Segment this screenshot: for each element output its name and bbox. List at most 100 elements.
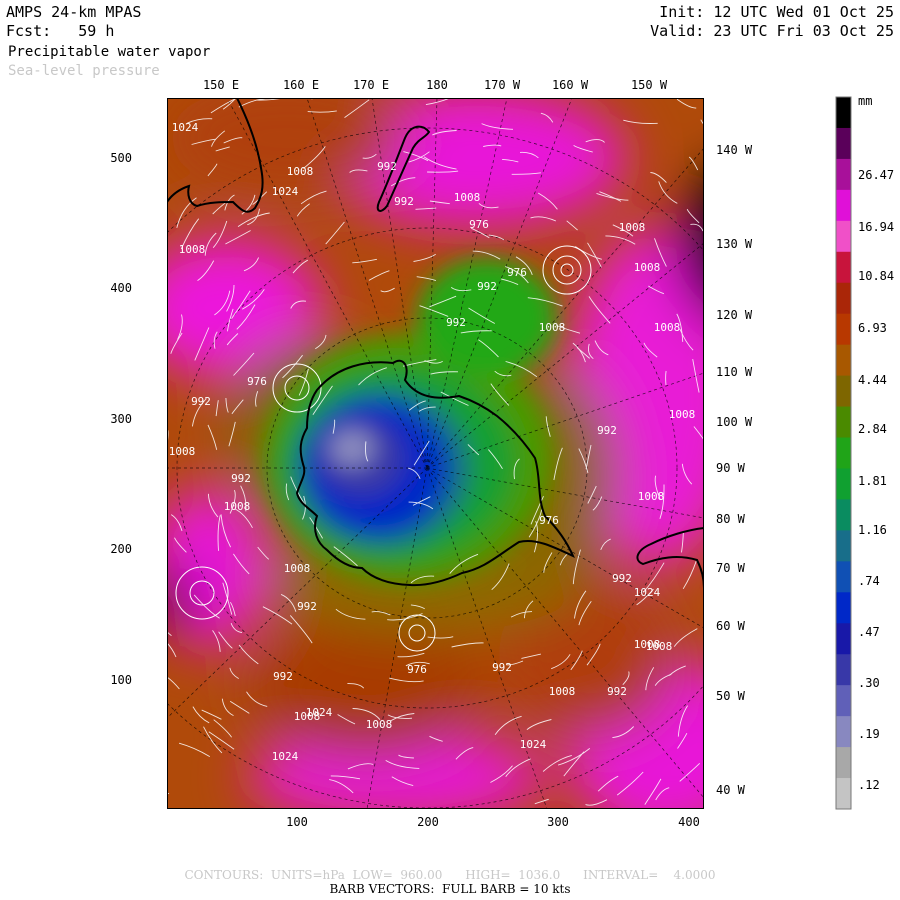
pressure-label: 992 (477, 280, 497, 293)
pressure-label: 976 (469, 218, 489, 231)
lon-label-right: 40 W (716, 783, 745, 797)
pressure-label: 992 (273, 670, 293, 683)
colorbar-label: 26.47 (858, 168, 895, 182)
colorbar-swatch (836, 251, 851, 284)
pressure-label: 992 (446, 316, 466, 329)
colorbar-swatch (836, 561, 851, 593)
pressure-label: 992 (597, 424, 617, 437)
y-tick-label: 400 (110, 281, 132, 295)
colorbar-swatch (836, 97, 851, 129)
colorbar-label: .19 (858, 727, 880, 741)
pressure-label: 1008 (549, 685, 576, 698)
valid-time: Valid: 23 UTC Fri 03 Oct 25 (650, 22, 894, 40)
overlay-title: Sea-level pressure (8, 63, 160, 79)
pressure-label: 992 (492, 661, 512, 674)
pressure-label: 992 (231, 472, 251, 485)
y-tick-label: 100 (110, 673, 132, 687)
colorbar-frame (835, 96, 852, 810)
lon-label-right: 140 W (716, 143, 753, 157)
lon-label-top: 150 W (630, 78, 668, 92)
precipitable-water-map: 1024 1008 992 1008 1024 1008 992 976 992 1008 1008… (167, 98, 704, 809)
colorbar-swatch (836, 282, 851, 315)
colorbar-label: 1.81 (858, 474, 887, 488)
colorbar-swatch (836, 158, 851, 191)
colorbar-swatch (836, 189, 851, 222)
pressure-label: 992 (607, 685, 627, 698)
colorbar-unit: mm (858, 94, 873, 108)
colorbar-label: .74 (858, 574, 880, 588)
y-tick-label: 200 (110, 542, 132, 556)
pressure-label: 1008 (669, 408, 696, 421)
x-tick-label: 300 (547, 815, 569, 829)
lon-label-top: 160 W (551, 78, 589, 92)
x-tick-label: 400 (678, 815, 700, 829)
colorbar-label: 10.84 (858, 269, 895, 283)
pressure-label: 1008 (284, 562, 311, 575)
pressure-label: 1008 (638, 490, 665, 503)
pressure-label: 976 (247, 375, 267, 388)
colorbar-swatch (836, 127, 851, 160)
colorbar-swatch (836, 499, 851, 531)
field-title: Precipitable water vapor (8, 44, 211, 60)
pressure-label: 976 (507, 266, 527, 279)
colorbar-label: .30 (858, 676, 880, 690)
pressure-label: 1008 (287, 165, 314, 178)
lon-label-right: 130 W (716, 237, 753, 251)
pressure-label: 1008 (224, 500, 251, 513)
lon-label-top: 170 W (483, 78, 521, 92)
colorbar-label: 2.84 (858, 422, 887, 436)
colorbar (835, 96, 852, 810)
colorbar-swatch (836, 592, 851, 624)
init-time: Init: 12 UTC Wed 01 Oct 25 (659, 3, 894, 21)
colorbar-swatch (836, 778, 851, 810)
colorbar-swatch (836, 375, 851, 408)
pressure-label: 976 (539, 514, 559, 527)
lon-label-top: 180 (426, 78, 448, 92)
colorbar-swatch (836, 437, 851, 469)
colorbar-swatch (836, 654, 851, 686)
pressure-label: 1008 (454, 191, 481, 204)
pressure-label: 992 (612, 572, 632, 585)
lon-label-right: 110 W (716, 365, 753, 379)
colorbar-swatch (836, 313, 851, 346)
contours-info: CONTOURS: UNITS=hPa LOW= 960.00 HIGH= 10… (184, 868, 716, 882)
colorbar-swatch (836, 716, 851, 748)
lon-label-right: 60 W (716, 619, 745, 633)
y-tick-label: 500 (110, 151, 132, 165)
colorbar-swatch (836, 406, 851, 439)
lon-label-top: 170 E (352, 78, 390, 92)
pressure-label: 1024 (634, 586, 661, 599)
pressure-label: 1008 (634, 261, 661, 274)
pressure-label: 992 (191, 395, 211, 408)
pressure-label: 1024 (172, 121, 199, 134)
pressure-label: 992 (377, 160, 397, 173)
colorbar-swatch (836, 468, 851, 500)
pressure-label: 1024 (272, 185, 299, 198)
pressure-label: 1008 (539, 321, 566, 334)
amps-forecast-chart: AMPS 24-km MPAS Fcst: 59 h Precipitable … (0, 0, 900, 900)
colorbar-label: .12 (858, 778, 880, 792)
colorbar-label: 1.16 (858, 523, 887, 537)
lon-label-top: 150 E (202, 78, 240, 92)
colorbar-label: 6.93 (858, 321, 887, 335)
pressure-label: 1008 (619, 221, 646, 234)
pressure-label: 1008 (366, 718, 393, 731)
pressure-label: 1024 (306, 706, 333, 719)
y-tick-label: 300 (110, 412, 132, 426)
pressure-label: 1008 (654, 321, 681, 334)
pressure-label: 976 (407, 663, 427, 676)
x-tick-label: 100 (286, 815, 308, 829)
colorbar-swatch (836, 344, 851, 377)
lon-label-right: 50 W (716, 689, 745, 703)
lon-label-right: 80 W (716, 512, 745, 526)
dry-blob (417, 258, 557, 378)
lon-label-top: 160 E (282, 78, 320, 92)
moisture-blob (247, 618, 487, 758)
map-panel: 1024 1008 992 1008 1024 1008 992 976 992 1008 1008… (167, 98, 704, 809)
colorbar-swatch (836, 685, 851, 717)
x-tick-label: 200 (417, 815, 439, 829)
pressure-label: 1024 (520, 738, 547, 751)
pressure-label: 1024 (272, 750, 299, 763)
pressure-label: 1008 (169, 445, 196, 458)
forecast-hour: Fcst: 59 h (6, 23, 114, 40)
